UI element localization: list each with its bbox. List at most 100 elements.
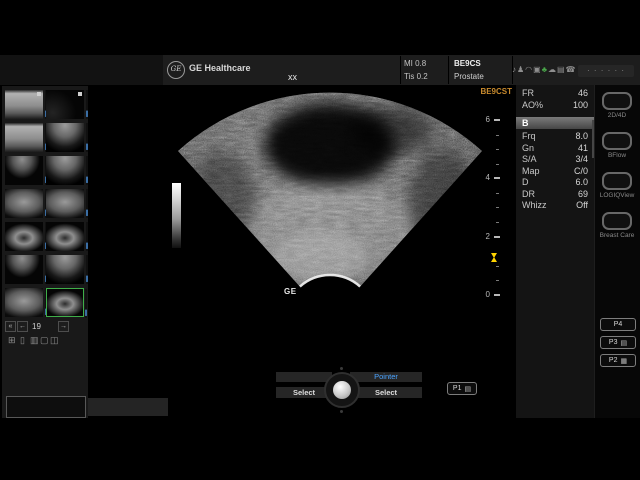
param-row-d[interactable]: D 6.0 [516, 177, 594, 189]
thumbnail[interactable] [5, 222, 43, 251]
parameter-panel: FR 46 AO% 100 B Frq 8.0 Gn 41 S/A 3/4 Ma… [516, 85, 594, 418]
thumbnail[interactable] [5, 123, 43, 152]
phone-icon: ☎ [566, 63, 576, 77]
ruler-tick [494, 119, 500, 121]
trash-icon[interactable]: ▯ [20, 334, 25, 346]
overflow-menu-button[interactable]: · · · · · · [578, 65, 634, 77]
param-value: 3/4 [575, 154, 588, 166]
clipboard-next-page-button[interactable]: → [58, 321, 69, 332]
ge-logo-icon: GE [167, 61, 185, 79]
thumbnail[interactable] [5, 255, 43, 284]
param-row-frq[interactable]: Frq 8.0 [516, 131, 594, 143]
param-value: 69 [578, 189, 588, 201]
image-display-area: BE9CST GE 6 4 2 0 [170, 85, 525, 418]
ge-watermark: GE [284, 287, 297, 296]
soft-button-breastcare-label: Breast Care [594, 232, 640, 239]
print-key-p2[interactable]: P2 ▦ [600, 354, 636, 367]
ruler-label: 2 [474, 233, 490, 241]
network-icon: ♣ [542, 63, 547, 77]
export-icon[interactable]: ◫ [50, 334, 59, 346]
thumbnail[interactable] [46, 90, 84, 119]
soft-button-breastcare[interactable] [602, 212, 632, 230]
param-label: FR [522, 88, 534, 100]
ruler-label: 0 [474, 291, 490, 299]
soft-button-bflow[interactable] [602, 132, 632, 150]
print-target-icon: ▤ [464, 385, 471, 393]
clipboard-first-page-button[interactable]: « [5, 321, 16, 332]
top-bar-left-section [0, 55, 163, 85]
speaker-icon: ♪ [512, 63, 516, 77]
ultrasound-screen: GE GE Healthcare xx MI 0.8 Tis 0.2 BE9CS… [0, 0, 640, 480]
divider [448, 56, 449, 84]
soft-button-logiqview[interactable] [602, 172, 632, 190]
trackball-tick [340, 367, 343, 370]
exam-preset[interactable]: Prostate [454, 72, 484, 81]
soft-button-logiqview-label: LOGIQView [594, 192, 640, 199]
thumbnail[interactable] [46, 255, 84, 284]
mi-readout: MI 0.8 [404, 59, 426, 68]
param-label: D [522, 177, 529, 189]
param-label: Gn [522, 143, 534, 155]
mode-header[interactable]: B [516, 117, 594, 129]
ruler-tick [494, 294, 500, 296]
p1-label: P1 [453, 385, 462, 392]
param-value: 100 [573, 100, 588, 112]
grid-view-icon[interactable]: ⊞ [8, 334, 16, 346]
ruler-minor-tick [496, 280, 499, 281]
printer-small-icon: ▦ [620, 357, 627, 365]
probe-name[interactable]: BE9CS [454, 59, 481, 68]
thumbnail[interactable] [5, 189, 43, 218]
param-label: Map [522, 166, 540, 178]
param-row-map[interactable]: Map C/0 [516, 166, 594, 178]
param-value: 46 [578, 88, 588, 100]
thumbnail[interactable] [46, 189, 84, 218]
lock-icon: ▣ [533, 63, 541, 77]
p3-label: P3 [609, 339, 618, 346]
soft-button-2d4d[interactable] [602, 92, 632, 110]
brand-label: GE Healthcare [189, 63, 251, 73]
print-key-p3[interactable]: P3 ▤ [600, 336, 636, 349]
print-key-p1[interactable]: P1 ▤ [447, 382, 477, 395]
ultrasound-fan-image [170, 85, 525, 418]
param-row-gn[interactable]: Gn 41 [516, 143, 594, 155]
patient-id[interactable]: xx [288, 72, 297, 82]
ruler-tick [494, 236, 500, 238]
param-value: Off [576, 200, 588, 212]
param-value: 6.0 [575, 177, 588, 189]
status-icon-row: ♪ ♟ ◠ ▣ ♣ ☁ ▤ ☎ [512, 63, 574, 77]
thumbnail[interactable] [5, 156, 43, 185]
ruler-minor-tick [496, 164, 499, 165]
thumbnail[interactable] [5, 288, 43, 317]
monitor-icon[interactable]: ▢ [40, 334, 49, 346]
cloud-icon: ☁ [548, 63, 556, 77]
param-label: AO% [522, 100, 543, 112]
thumbnail[interactable] [5, 90, 43, 119]
param-value: 8.0 [575, 131, 588, 143]
param-row-dr[interactable]: DR 69 [516, 189, 594, 201]
thumbnail[interactable] [46, 123, 84, 152]
param-row-fr: FR 46 [516, 88, 594, 100]
param-row-sa[interactable]: S/A 3/4 [516, 154, 594, 166]
status-footer-box [88, 398, 168, 416]
clipboard-page-number: 19 [32, 322, 41, 331]
print-doc-icon: ▤ [620, 339, 627, 347]
thumbnail[interactable] [46, 222, 84, 251]
print-key-p4[interactable]: P4 [600, 318, 636, 331]
clipboard-prev-page-button[interactable]: ← [17, 321, 28, 332]
pointer-key[interactable]: Pointer [350, 372, 422, 382]
ruler-label: 6 [474, 116, 490, 124]
thumbnail-selected[interactable] [46, 288, 84, 317]
tis-readout: Tis 0.2 [404, 72, 428, 81]
trackball-key-top-left[interactable] [276, 372, 332, 382]
ruler-minor-tick [496, 149, 499, 150]
select-key-right[interactable]: Select [350, 387, 422, 398]
trackball[interactable] [333, 381, 351, 399]
param-label: Frq [522, 131, 536, 143]
thumbnail[interactable] [46, 156, 84, 185]
wifi-icon: ◠ [525, 63, 532, 77]
soft-button-2d4d-label: 2D/4D [594, 112, 640, 119]
save-icon[interactable]: ▥ [30, 334, 39, 346]
soft-button-bflow-label: BFlow [594, 152, 640, 159]
param-row-whizz[interactable]: Whizz Off [516, 200, 594, 212]
param-label: Whizz [522, 200, 547, 212]
